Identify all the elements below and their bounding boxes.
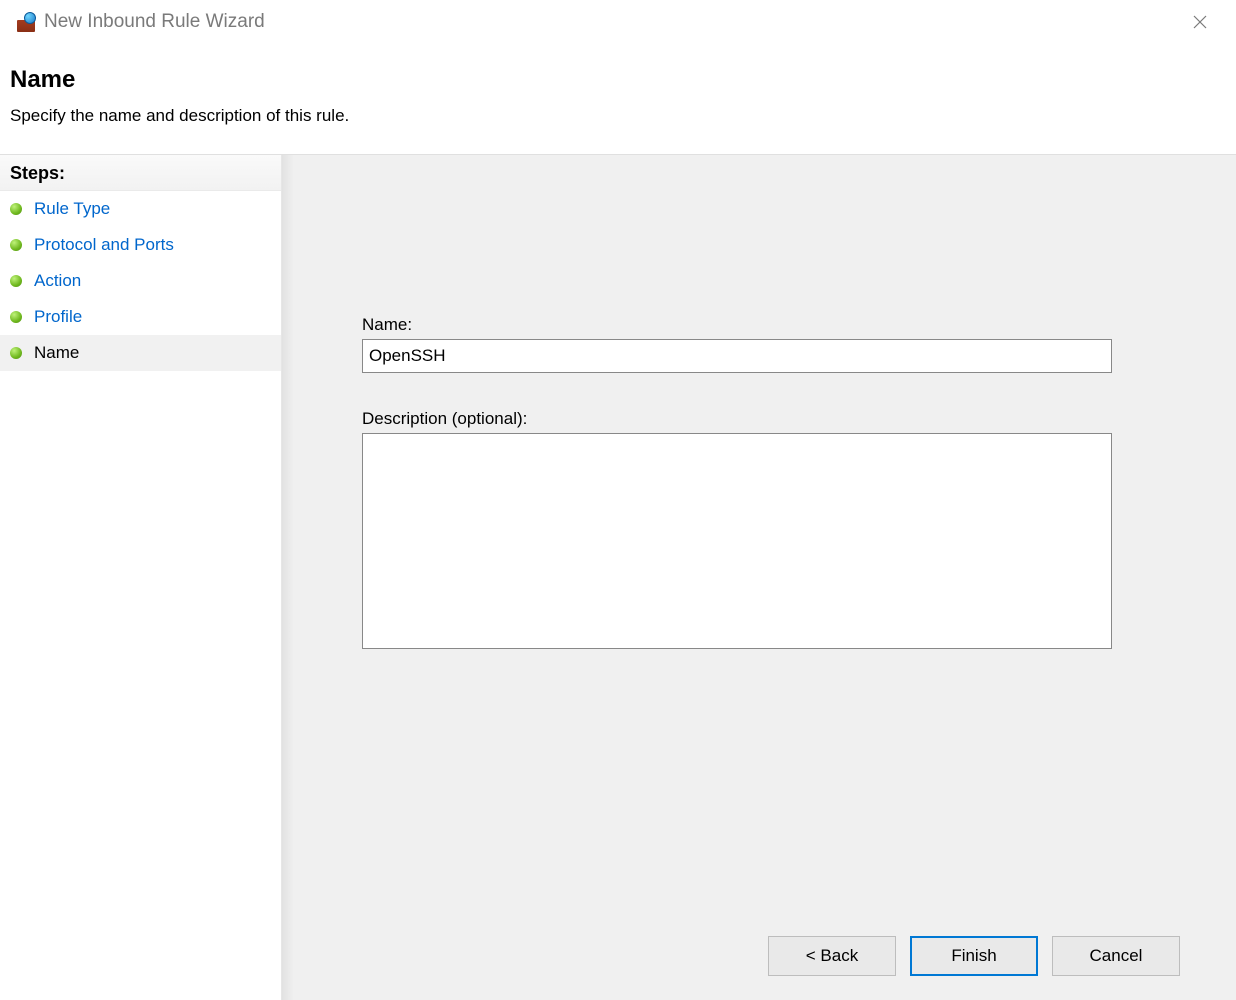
main-panel: Name: Description (optional): < Back Fin… <box>282 155 1236 1000</box>
bullet-icon <box>10 311 22 323</box>
step-profile[interactable]: Profile <box>0 299 281 335</box>
finish-button[interactable]: Finish <box>910 936 1038 976</box>
close-button[interactable] <box>1180 6 1220 38</box>
titlebar: New Inbound Rule Wizard <box>0 0 1236 44</box>
step-label: Protocol and Ports <box>34 235 174 255</box>
bullet-icon <box>10 347 22 359</box>
step-label: Name <box>34 343 79 363</box>
step-label: Action <box>34 271 81 291</box>
step-name[interactable]: Name <box>0 335 281 371</box>
step-label: Rule Type <box>34 199 110 219</box>
wizard-button-row: < Back Finish Cancel <box>768 936 1180 976</box>
back-button[interactable]: < Back <box>768 936 896 976</box>
step-label: Profile <box>34 307 82 327</box>
firewall-wizard-icon <box>16 12 36 32</box>
step-protocol-and-ports[interactable]: Protocol and Ports <box>0 227 281 263</box>
bullet-icon <box>10 275 22 287</box>
steps-sidebar: Steps: Rule Type Protocol and Ports Acti… <box>0 155 282 1000</box>
close-icon <box>1193 15 1207 29</box>
page-title: Name <box>10 66 1226 94</box>
step-action[interactable]: Action <box>0 263 281 299</box>
description-input[interactable] <box>362 433 1112 649</box>
page-subtitle: Specify the name and description of this… <box>10 106 1226 126</box>
window-title: New Inbound Rule Wizard <box>44 11 265 33</box>
bullet-icon <box>10 203 22 215</box>
header-area: Name Specify the name and description of… <box>0 44 1236 155</box>
name-label: Name: <box>362 315 1112 335</box>
step-rule-type[interactable]: Rule Type <box>0 191 281 227</box>
bullet-icon <box>10 239 22 251</box>
steps-heading: Steps: <box>0 155 281 191</box>
description-label: Description (optional): <box>362 409 1112 429</box>
cancel-button[interactable]: Cancel <box>1052 936 1180 976</box>
name-input[interactable] <box>362 339 1112 373</box>
